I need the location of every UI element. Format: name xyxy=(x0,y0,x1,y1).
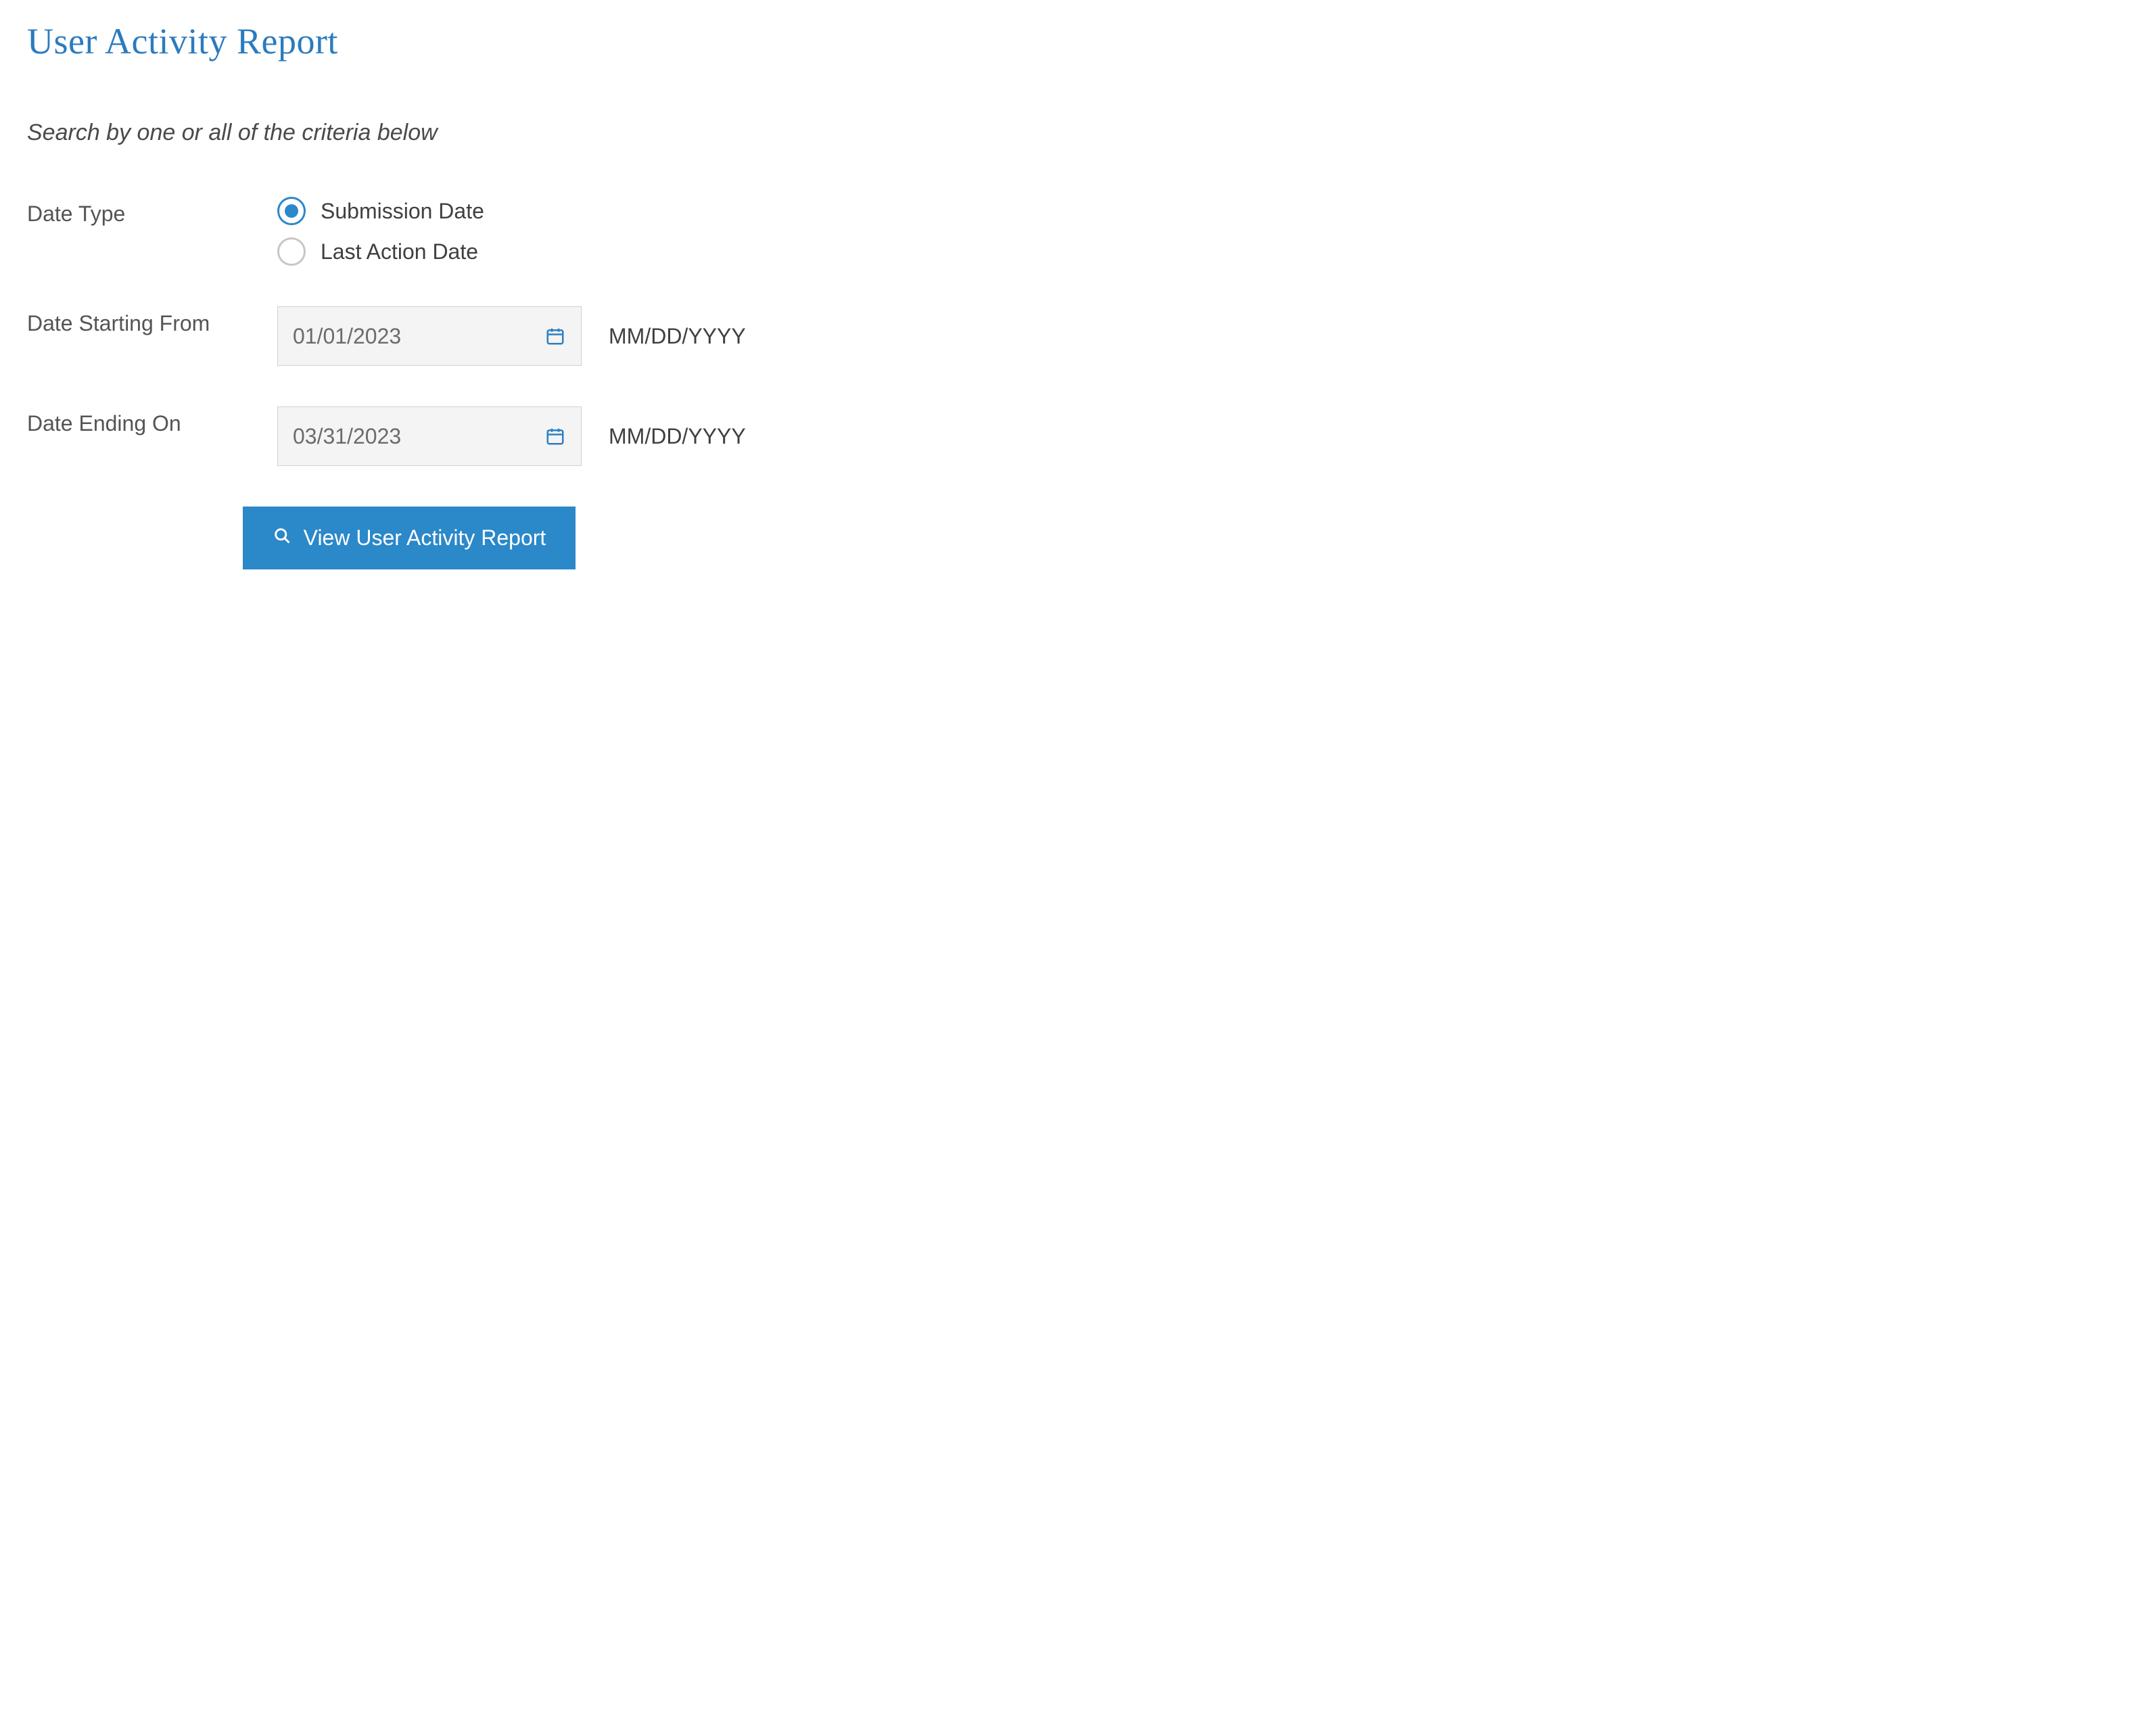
view-report-button[interactable]: View User Activity Report xyxy=(243,507,576,569)
date-start-field[interactable] xyxy=(277,306,582,366)
date-end-row: Date Ending On MM/DD/YYYY xyxy=(27,406,791,466)
calendar-icon[interactable] xyxy=(544,325,566,347)
page-title: User Activity Report xyxy=(27,20,791,62)
date-type-row: Date Type Submission Date Last Action Da… xyxy=(27,197,791,266)
date-end-hint: MM/DD/YYYY xyxy=(609,424,746,449)
radio-label: Submission Date xyxy=(321,199,484,224)
radio-icon xyxy=(277,197,306,225)
date-start-hint: MM/DD/YYYY xyxy=(609,324,746,349)
submit-row: View User Activity Report xyxy=(27,507,791,569)
radio-icon xyxy=(277,237,306,266)
search-icon xyxy=(273,525,291,550)
radio-submission-date[interactable]: Submission Date xyxy=(277,197,791,225)
date-start-label: Date Starting From xyxy=(27,306,277,338)
date-end-input[interactable] xyxy=(293,424,544,449)
radio-last-action-date[interactable]: Last Action Date xyxy=(277,237,791,266)
radio-label: Last Action Date xyxy=(321,239,478,264)
date-end-label: Date Ending On xyxy=(27,406,277,438)
date-end-field[interactable] xyxy=(277,406,582,466)
calendar-icon[interactable] xyxy=(544,425,566,447)
date-start-row: Date Starting From MM/DD/YYYY xyxy=(27,306,791,366)
search-subtitle: Search by one or all of the criteria bel… xyxy=(27,120,791,146)
date-type-label: Date Type xyxy=(27,197,277,229)
button-label: View User Activity Report xyxy=(304,525,546,550)
date-type-radio-group: Submission Date Last Action Date xyxy=(277,197,791,266)
date-start-input[interactable] xyxy=(293,324,544,349)
